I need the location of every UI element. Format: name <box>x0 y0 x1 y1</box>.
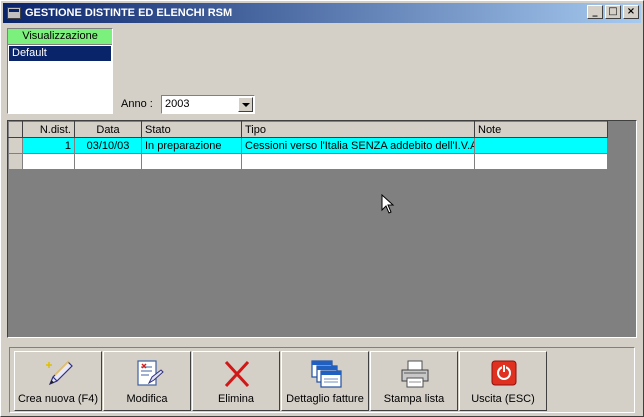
pencil-new-icon <box>46 360 73 386</box>
mouse-cursor-icon <box>381 194 395 214</box>
column-header-note[interactable]: Note <box>474 121 608 138</box>
row-indicator <box>8 153 23 170</box>
cell-ndist[interactable]: 1 <box>22 137 75 154</box>
column-header-stato[interactable]: Stato <box>141 121 242 138</box>
app-icon <box>7 7 21 19</box>
cell-empty[interactable] <box>241 153 475 170</box>
close-button[interactable]: × <box>623 5 639 19</box>
delete-x-icon <box>224 360 250 388</box>
chevron-down-icon[interactable] <box>238 97 253 112</box>
action-toolbar: Crea nuova (F4) Modifica Elimina Dettagl… <box>9 347 635 413</box>
cell-empty[interactable] <box>474 153 608 170</box>
uscita-button[interactable]: Uscita (ESC) <box>459 351 547 411</box>
table-row[interactable]: 1 03/10/03 In preparazione Cessioni vers… <box>8 137 608 154</box>
row-indicator <box>8 137 23 154</box>
printer-icon <box>401 360 429 388</box>
distinte-table: N.dist. Data Stato Tipo Note 1 03/10/03 … <box>8 121 608 170</box>
cell-tipo[interactable]: Cessioni verso l'Italia SENZA addebito d… <box>241 137 475 154</box>
cell-data[interactable]: 03/10/03 <box>74 137 142 154</box>
table-header-row: N.dist. Data Stato Tipo Note <box>8 121 608 138</box>
row-indicator-header <box>8 121 23 138</box>
crea-nuova-button[interactable]: Crea nuova (F4) <box>14 351 102 411</box>
title-bar[interactable]: GESTIONE DISTINTE ED ELENCHI RSM _ □ × <box>3 3 641 23</box>
dettaglio-fatture-button[interactable]: Dettaglio fatture <box>281 351 369 411</box>
cell-empty[interactable] <box>74 153 142 170</box>
distinte-grid[interactable]: N.dist. Data Stato Tipo Note 1 03/10/03 … <box>7 120 637 338</box>
elimina-button[interactable]: Elimina <box>192 351 280 411</box>
cell-note[interactable] <box>474 137 608 154</box>
anno-select[interactable]: 2003 <box>161 95 255 114</box>
window-title: GESTIONE DISTINTE ED ELENCHI RSM <box>25 7 233 19</box>
modifica-label: Modifica <box>126 393 168 405</box>
modifica-button[interactable]: Modifica <box>103 351 191 411</box>
windows-detail-icon <box>311 360 342 388</box>
edit-document-icon <box>137 360 164 386</box>
view-list: Visualizzazione Default <box>7 28 113 114</box>
column-header-tipo[interactable]: Tipo <box>241 121 475 138</box>
column-header-ndist[interactable]: N.dist. <box>22 121 75 138</box>
view-item-default[interactable]: Default <box>9 46 111 61</box>
anno-value: 2003 <box>165 98 190 110</box>
table-row-new[interactable] <box>8 153 608 170</box>
stampa-lista-button[interactable]: Stampa lista <box>370 351 458 411</box>
dettaglio-fatture-label: Dettaglio fatture <box>286 393 364 405</box>
window-controls: _ □ × <box>585 5 639 19</box>
elimina-label: Elimina <box>217 393 255 405</box>
anno-label: Anno : <box>121 98 153 110</box>
cell-empty[interactable] <box>22 153 75 170</box>
main-window: GESTIONE DISTINTE ED ELENCHI RSM _ □ × V… <box>0 0 644 417</box>
maximize-button[interactable]: □ <box>605 5 621 19</box>
stampa-lista-label: Stampa lista <box>383 393 445 405</box>
uscita-label: Uscita (ESC) <box>471 393 535 405</box>
minimize-button[interactable]: _ <box>587 5 603 19</box>
crea-nuova-label: Crea nuova (F4) <box>17 393 99 405</box>
exit-power-icon <box>491 360 517 386</box>
cell-empty[interactable] <box>141 153 242 170</box>
view-list-header: Visualizzazione <box>8 29 112 45</box>
column-header-data[interactable]: Data <box>74 121 142 138</box>
cell-stato[interactable]: In preparazione <box>141 137 242 154</box>
